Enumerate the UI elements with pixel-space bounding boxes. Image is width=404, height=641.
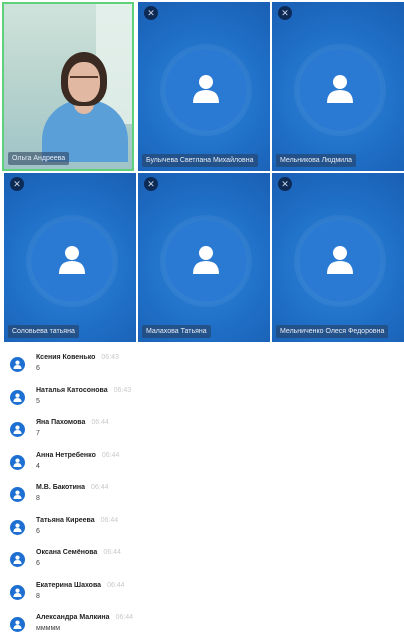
user-avatar-icon [327,75,353,103]
chat-message: Оксана Семёнова 06:44 6 [0,543,404,576]
user-avatar-icon [10,584,25,600]
participant-tile[interactable]: ✕ Мельниченко Олеся Федоровна [272,173,404,342]
chat-message: Яна Пахомова 06:44 7 [0,413,404,446]
chat-timestamp: 06:44 [91,419,109,426]
chat-message-text: 5 [36,397,40,405]
chat-message-text: 6 [36,527,40,535]
chat-timestamp: 06:43 [113,386,132,394]
chat-author-name: Наталья Катосонова [36,386,108,394]
chat-author: Татьяна Киреева 06:44 [36,517,118,524]
video-grid: Ольга Андреева ✕ Булычева Светлана Михай… [0,0,404,342]
chat-message-list: Ксения Ковенько 06:43 6 Наталья Катосонов… [0,348,404,641]
user-avatar-icon [10,552,25,567]
chat-author: Оксана Семёнова 06:44 [36,549,121,556]
chat-message: М.В. Бакотина 06:44 8 [0,478,404,511]
participant-video-glasses [70,76,98,84]
chat-author: Наталья Катосонова 06:43 [36,387,131,394]
chat-author-name: Александра Малкина [36,614,110,621]
participant-tile[interactable]: ✕ Соловьева татьяна [4,173,136,342]
user-avatar-icon [59,246,85,274]
chat-message-text: 7 [36,430,40,437]
mic-off-icon: ✕ [144,6,158,20]
participant-name-tag: Соловьева татьяна [8,325,79,338]
chat-message-text: ммммм [36,625,61,632]
user-avatar-icon [193,75,219,103]
chat-message: Ксения Ковенько 06:43 6 [0,348,404,381]
participant-tile-camera[interactable]: Ольга Андреева [2,2,134,171]
chat-message-text: 6 [36,560,40,567]
mic-off-icon: ✕ [278,177,292,191]
chat-message: Татьяна Киреева 06:44 6 [0,511,404,544]
chat-author: Екатерина Шахова 06:44 [36,582,125,589]
participant-name-tag: Булычева Светлана Михайловна [142,154,258,167]
chat-author-name: Яна Пахомова [36,419,86,426]
user-avatar-icon [10,487,25,502]
chat-timestamp: 06:44 [100,516,119,524]
chat-message-text: 8 [36,495,40,502]
chat-timestamp: 06:44 [107,581,125,589]
participant-tile[interactable]: ✕ Булычева Светлана Михайловна [138,2,270,171]
chat-message: Екатерина Шахова 06:44 8 [0,576,404,609]
chat-timestamp: 06:44 [91,484,109,491]
chat-author-name: М.В. Бакотина [36,484,86,491]
chat-timestamp: 06:43 [101,354,119,361]
chat-timestamp: 06:44 [101,451,120,459]
mic-off-icon: ✕ [278,6,292,20]
user-avatar-icon [10,357,25,372]
participant-tile[interactable]: ✕ Малахова Татьяна [138,173,270,342]
chat-message-text: 6 [36,365,40,372]
mic-off-icon: ✕ [10,177,24,191]
user-avatar-icon [10,389,25,405]
chat-author-name: Ксения Ковенько [36,354,96,361]
participant-name-tag: Мельниченко Олеся Федоровна [276,325,389,338]
chat-author: Яна Пахомова 06:44 [36,419,109,426]
chat-author: Ксения Ковенько 06:43 [36,354,119,361]
participant-tile[interactable]: ✕ Мельникова Людмила [272,2,404,171]
chat-message-text: 8 [36,592,40,600]
chat-author-name: Екатерина Шахова [36,581,102,589]
user-avatar-icon [327,246,353,274]
chat-author-name: Татьяна Киреева [36,516,95,524]
chat-timestamp: 06:44 [115,614,134,621]
user-avatar-icon [10,617,25,632]
participant-name-tag: Ольга Андреева [8,152,70,165]
user-avatar-icon [10,454,25,470]
user-avatar-icon [193,246,219,274]
participant-name-tag: Малахова Татьяна [142,325,211,338]
chat-timestamp: 06:44 [103,549,121,556]
mic-off-icon: ✕ [144,177,158,191]
chat-message: Анна Нетребенко 06:44 4 [0,446,404,479]
chat-message: Наталья Катосонова 06:43 5 [0,381,404,414]
user-avatar-icon [10,519,25,535]
chat-author-name: Оксана Семёнова [36,549,98,556]
chat-author-name: Анна Нетребенко [36,451,96,459]
chat-author: Александра Малкина 06:44 [36,614,133,621]
participant-name-tag: Мельникова Людмила [276,154,357,167]
chat-author: М.В. Бакотина 06:44 [36,484,109,491]
chat-author: Анна Нетребенко 06:44 [36,452,119,459]
user-avatar-icon [10,422,25,437]
chat-message-text: 4 [36,462,40,470]
chat-message: Александра Малкина 06:44 ммммм [0,608,404,641]
